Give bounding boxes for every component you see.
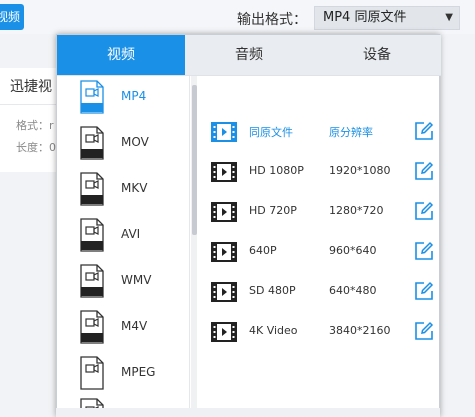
video-file-icon: [79, 126, 105, 160]
preset-row[interactable]: 4K Video 3840*2160: [199, 314, 439, 348]
preset-row[interactable]: 同原文件 原分辨率: [199, 114, 439, 148]
edit-icon[interactable]: [414, 161, 434, 181]
format-item-avi[interactable]: AVI: [57, 216, 187, 262]
format-item-mkv[interactable]: MKV: [57, 170, 187, 216]
preset-row[interactable]: 640P 960*640: [199, 234, 439, 268]
video-file-icon: [79, 218, 105, 252]
output-format-value: MP4 同原文件: [323, 10, 407, 25]
preset-resolution: 1280*720: [329, 204, 384, 217]
preset-resolution: 640*480: [329, 284, 377, 297]
video-file-icon: [79, 172, 105, 206]
video-file-icon: [79, 80, 105, 114]
film-icon: [211, 162, 237, 182]
preset-row[interactable]: SD 480P 640*480: [199, 274, 439, 308]
film-icon: [211, 322, 237, 342]
film-icon: [211, 202, 237, 222]
preset-resolution: 原分辨率: [329, 126, 373, 139]
format-item-mpeg[interactable]: MPEG: [57, 354, 187, 400]
app-background-right: [440, 34, 475, 417]
video-tab-button[interactable]: 视频: [0, 4, 24, 30]
file-card-divider: [0, 104, 56, 105]
format-label: M4V: [121, 319, 148, 333]
preset-name: 640P: [249, 244, 277, 257]
edit-icon[interactable]: [414, 281, 434, 301]
edit-icon[interactable]: [414, 321, 434, 341]
tab-video[interactable]: 视频: [57, 35, 185, 75]
tab-device[interactable]: 设备: [313, 35, 441, 75]
file-card-title: 迅捷视: [10, 79, 52, 95]
category-tabs: 视频 音频 设备: [57, 35, 441, 75]
format-label: MOV: [121, 135, 149, 149]
format-label: MP4: [121, 89, 147, 103]
format-item-mp4[interactable]: MP4: [57, 78, 187, 124]
preset-row[interactable]: HD 1080P 1920*1080: [199, 154, 439, 188]
film-icon: [211, 122, 237, 142]
film-icon: [211, 242, 237, 262]
preset-name: HD 1080P: [249, 164, 304, 177]
format-item-mov[interactable]: MOV: [57, 124, 187, 170]
video-file-icon: [79, 310, 105, 344]
video-file-icon: [79, 356, 105, 390]
format-label: MPEG: [121, 365, 156, 379]
format-list: MP4 MOV MKV AVI WMV M4V MPEG: [57, 76, 190, 417]
preset-name: 4K Video: [249, 324, 298, 337]
tab-audio[interactable]: 音频: [185, 35, 313, 75]
video-file-icon: [79, 264, 105, 298]
file-card-length: 长度：0: [16, 141, 56, 154]
preset-name: SD 480P: [249, 284, 296, 297]
preset-resolution: 3840*2160: [329, 324, 391, 337]
format-dropdown-panel: 视频 音频 设备 MP4 MOV MKV AVI WMV M4V MPEG 同原文件 原分辨率…: [56, 34, 441, 417]
output-format-label: 输出格式：: [237, 12, 307, 28]
preset-row[interactable]: HD 720P 1280*720: [199, 194, 439, 228]
output-format-select[interactable]: MP4 同原文件 ▼: [314, 6, 460, 30]
edit-icon[interactable]: [414, 241, 434, 261]
chevron-down-icon: ▼: [445, 12, 453, 23]
format-label: WMV: [121, 273, 152, 287]
format-label: AVI: [121, 227, 141, 241]
preset-name: HD 720P: [249, 204, 297, 217]
format-label: MKV: [121, 181, 148, 195]
preset-name: 同原文件: [249, 126, 293, 139]
preset-resolution: 1920*1080: [329, 164, 391, 177]
scrollbar-thumb[interactable]: [192, 85, 197, 235]
preset-list: 同原文件 原分辨率 HD 1080P 1920*1080 HD 720P 1280*720…: [199, 76, 441, 417]
film-icon: [211, 282, 237, 302]
panel-bottom-edge: [56, 408, 440, 417]
preset-resolution: 960*640: [329, 244, 377, 257]
edit-icon[interactable]: [414, 201, 434, 221]
format-item-wmv[interactable]: WMV: [57, 262, 187, 308]
file-card-format: 格式：r: [16, 119, 54, 132]
edit-icon[interactable]: [414, 121, 434, 141]
format-item-m4v[interactable]: M4V: [57, 308, 187, 354]
